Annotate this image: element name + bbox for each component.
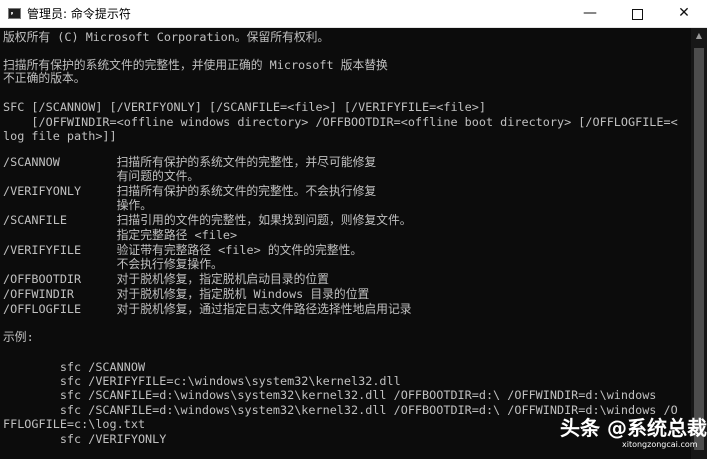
console-line: log file path>]]	[3, 129, 117, 143]
command-prompt-icon	[8, 8, 21, 19]
console-line: /OFFLOGFILE 对于脱机修复，通过指定日志文件路径选择性地启用记录	[3, 302, 412, 316]
watermark-url: xitongzongcai.com	[622, 440, 698, 449]
close-button[interactable]: ✕	[661, 0, 707, 28]
console-output[interactable]: 版权所有 (C) Microsoft Corporation。保留所有权利。 扫…	[0, 28, 691, 459]
watermark-text: 头条 @系统总裁	[560, 416, 707, 440]
console-line: 指定完整路径 <file>	[3, 228, 238, 242]
console-line: sfc /SCANFILE=d:\windows\system32\kernel…	[3, 388, 657, 402]
cmd-window: 管理员: 命令提示符 — ✕ 版权所有 (C) Microsoft Corpor…	[0, 0, 707, 459]
maximize-icon	[631, 9, 643, 20]
console-line: 操作。	[3, 198, 153, 212]
console-line: 不正确的版本。	[3, 71, 86, 85]
console-line: sfc /VERIFYONLY	[3, 432, 167, 446]
console-line: 版权所有 (C) Microsoft Corporation。保留所有权利。	[3, 30, 330, 44]
vertical-scrollbar[interactable]: ▲	[691, 28, 707, 459]
scrollbar-thumb[interactable]	[694, 48, 704, 450]
console-line: FFLOGFILE=c:\log.txt	[3, 417, 146, 431]
console-line: SFC [/SCANNOW] [/VERIFYONLY] [/SCANFILE=…	[3, 100, 486, 114]
console-line: /OFFWINDIR 对于脱机修复，指定脱机 Windows 目录的位置	[3, 287, 370, 301]
title-bar[interactable]: 管理员: 命令提示符 — ✕	[0, 0, 707, 28]
maximize-button[interactable]	[614, 0, 660, 28]
console-line: 有问题的文件。	[3, 169, 200, 183]
console-line: 示例:	[3, 330, 34, 344]
minimize-button[interactable]: —	[567, 0, 613, 28]
console-line: /OFFBOOTDIR 对于脱机修复，指定脱机启动目录的位置	[3, 272, 329, 286]
console-line: /SCANFILE 扫描引用的文件的完整性，如果找到问题，则修复文件。	[3, 213, 412, 227]
watermark: 头条 @系统总裁 xitongzongcai.com	[560, 415, 707, 455]
scroll-up-icon[interactable]: ▲	[691, 28, 707, 44]
console-line: 不会执行修复操作。	[3, 257, 223, 271]
window-title: 管理员: 命令提示符	[27, 7, 131, 21]
